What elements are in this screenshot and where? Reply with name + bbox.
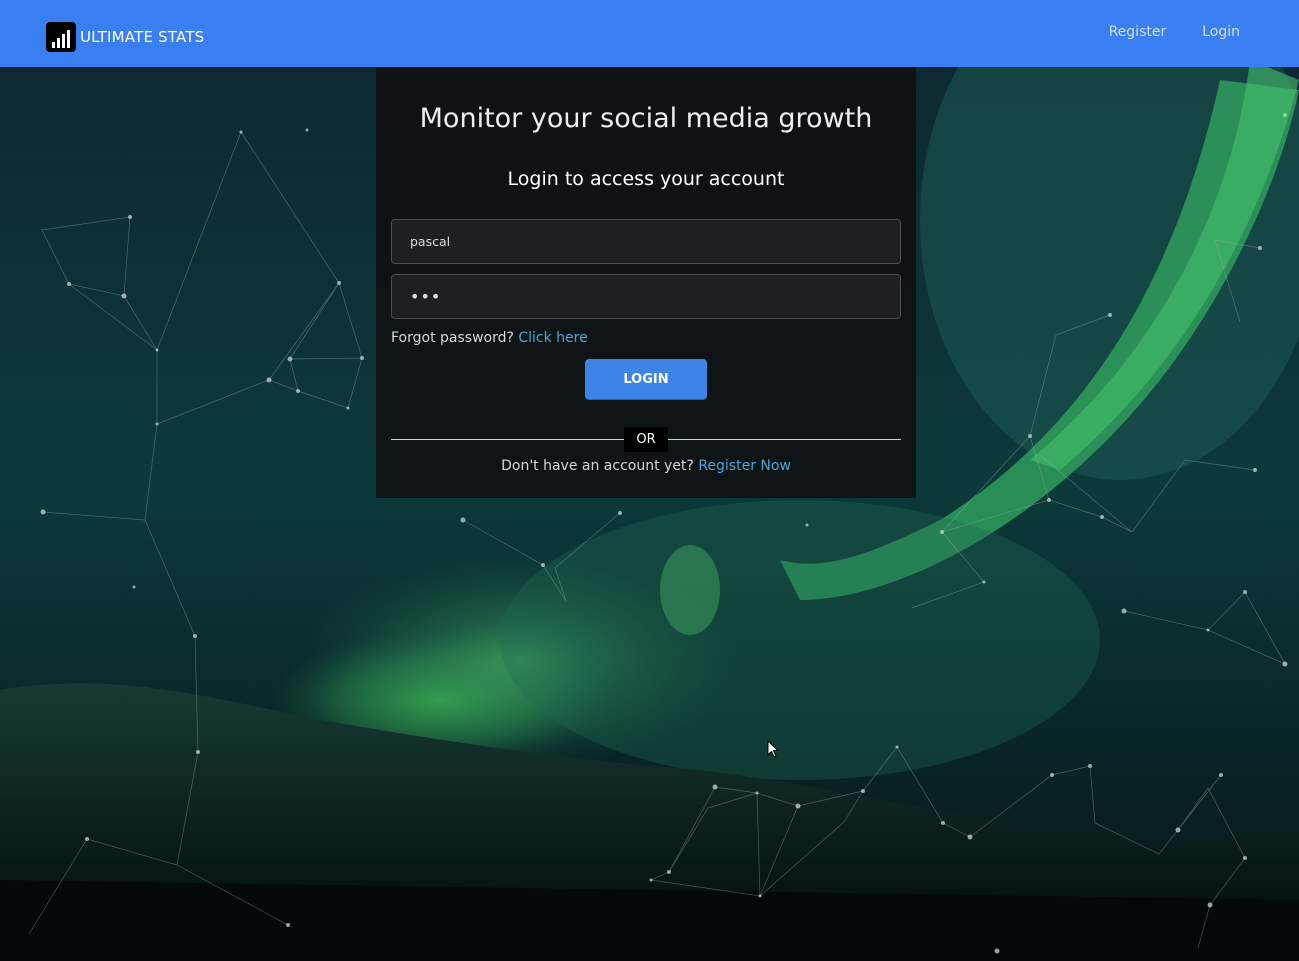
- register-prompt-text: Don't have an account yet?: [501, 458, 694, 474]
- login-subtitle: Login to access your account: [507, 168, 785, 190]
- or-separator: OR: [624, 427, 668, 452]
- page-title: Monitor your social media growth: [419, 103, 873, 134]
- mouse-cursor-icon: [767, 740, 780, 758]
- brand-logo[interactable]: ULTIMATE STATS: [46, 22, 204, 52]
- login-card: Monitor your social media growth Login t…: [376, 67, 916, 498]
- login-button[interactable]: LOGIN: [585, 359, 707, 399]
- forgot-password-row: Forgot password? Click here: [391, 330, 588, 346]
- register-now-link[interactable]: Register Now: [698, 458, 791, 474]
- bar-chart-icon: [46, 22, 76, 52]
- register-prompt-row: Don't have an account yet? Register Now: [376, 458, 916, 474]
- forgot-password-text: Forgot password?: [391, 330, 514, 346]
- navbar: ULTIMATE STATS Register Login: [0, 0, 1299, 67]
- nav-login-link[interactable]: Login: [1202, 24, 1240, 40]
- brand-text: ULTIMATE STATS: [80, 28, 205, 46]
- password-input[interactable]: [391, 274, 901, 319]
- nav-links: Register Login: [1109, 24, 1240, 40]
- username-input[interactable]: [391, 219, 901, 264]
- forgot-password-link[interactable]: Click here: [518, 330, 587, 346]
- nav-register-link[interactable]: Register: [1109, 24, 1167, 40]
